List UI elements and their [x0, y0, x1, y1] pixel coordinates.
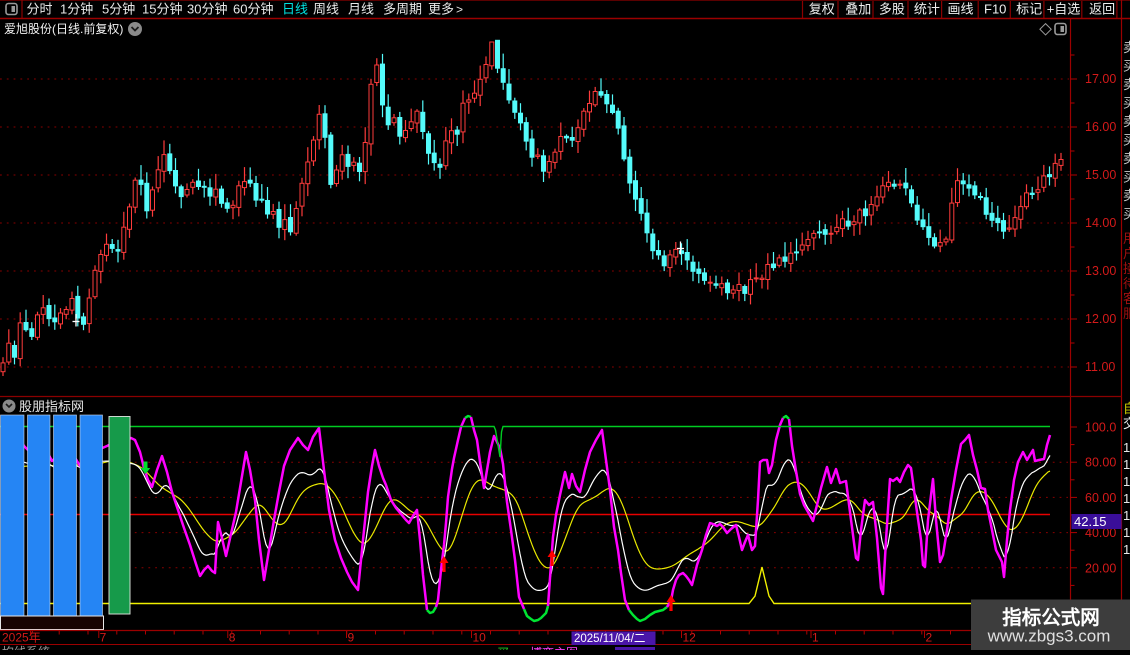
svg-text:叠加: 叠加	[845, 2, 871, 17]
svg-text:卖: 卖	[1123, 188, 1130, 203]
svg-text:F10: F10	[984, 2, 1006, 17]
svg-text:2025年: 2025年	[2, 631, 41, 645]
svg-text:20.00: 20.00	[1085, 561, 1116, 575]
svg-text:12.00: 12.00	[1085, 312, 1116, 326]
svg-text:用: 用	[1123, 231, 1130, 246]
svg-text:1: 1	[1123, 457, 1130, 472]
svg-text:100.0: 100.0	[1085, 421, 1116, 435]
svg-text:日线: 日线	[282, 2, 308, 17]
svg-text:多周期: 多周期	[383, 2, 422, 17]
svg-text:更多: 更多	[428, 2, 454, 17]
svg-text:1: 1	[1123, 491, 1130, 506]
svg-text:1: 1	[1123, 542, 1130, 557]
svg-text:5分钟: 5分钟	[102, 2, 135, 17]
svg-text:买: 买	[1123, 96, 1130, 111]
svg-text:买: 买	[497, 646, 509, 650]
svg-text:多股: 多股	[879, 2, 905, 17]
svg-text:复权: 复权	[809, 2, 835, 17]
svg-text:买: 买	[1123, 207, 1130, 222]
svg-text:60.00: 60.00	[1085, 491, 1116, 505]
svg-text:9: 9	[348, 631, 355, 645]
svg-text:卖: 卖	[1123, 114, 1130, 129]
svg-text:42.15: 42.15	[1074, 514, 1107, 529]
svg-text:爱旭股份(日线.前复权): 爱旭股份(日线.前复权)	[4, 21, 123, 36]
svg-text:17.00: 17.00	[1085, 72, 1116, 86]
svg-text:12: 12	[683, 631, 697, 645]
svg-text:卖: 卖	[1123, 77, 1130, 92]
svg-text:13.00: 13.00	[1085, 264, 1116, 278]
svg-text:户: 户	[1123, 246, 1130, 261]
svg-text:待: 待	[1123, 276, 1130, 291]
svg-text:11.00: 11.00	[1085, 360, 1115, 374]
svg-text:返回: 返回	[1089, 2, 1115, 17]
svg-text:周线: 周线	[313, 2, 339, 17]
svg-text:1: 1	[1123, 525, 1130, 540]
svg-text:30分钟: 30分钟	[187, 2, 227, 17]
svg-text:卖: 卖	[1123, 151, 1130, 166]
svg-text:+自选: +自选	[1047, 2, 1081, 17]
svg-text:15分钟: 15分钟	[142, 2, 182, 17]
svg-text:www.zbgs3.com: www.zbgs3.com	[987, 627, 1111, 646]
svg-text:画线: 画线	[948, 2, 974, 17]
svg-text:7: 7	[100, 631, 107, 645]
svg-text:80.00: 80.00	[1085, 456, 1116, 470]
svg-text:15.00: 15.00	[1085, 168, 1116, 182]
svg-text:分时: 分时	[27, 2, 53, 17]
svg-text:服: 服	[1123, 306, 1130, 321]
svg-text:>: >	[456, 3, 463, 17]
svg-text:10: 10	[473, 631, 487, 645]
svg-text:股朋指标网: 股朋指标网	[19, 399, 84, 414]
svg-text:1: 1	[1123, 508, 1130, 523]
svg-text:1分钟: 1分钟	[60, 2, 93, 17]
svg-text:16.00: 16.00	[1085, 120, 1116, 134]
svg-text:2025/11/04/二: 2025/11/04/二	[574, 633, 645, 645]
svg-text:1: 1	[1123, 440, 1130, 455]
svg-text:标记: 标记	[1016, 2, 1042, 17]
svg-text:月线: 月线	[348, 2, 374, 17]
svg-text:卖: 卖	[1123, 40, 1130, 55]
svg-text:自: 自	[1123, 401, 1130, 416]
svg-text:买: 买	[1123, 170, 1130, 185]
svg-text:买: 买	[1123, 133, 1130, 148]
svg-text:1: 1	[812, 631, 819, 645]
svg-text:均线系统: 均线系统	[2, 645, 50, 650]
svg-text:接: 接	[1123, 261, 1130, 276]
svg-text:14.00: 14.00	[1085, 216, 1116, 230]
svg-text:统计: 统计	[914, 2, 940, 17]
svg-text:买: 买	[1123, 59, 1130, 74]
svg-text:1: 1	[1123, 474, 1130, 489]
svg-text:客: 客	[1123, 291, 1130, 306]
svg-text:博弈主图: 博弈主图	[530, 645, 578, 650]
svg-text:交: 交	[1123, 416, 1130, 431]
svg-text:60分钟: 60分钟	[233, 2, 273, 17]
svg-text:2: 2	[926, 631, 933, 645]
